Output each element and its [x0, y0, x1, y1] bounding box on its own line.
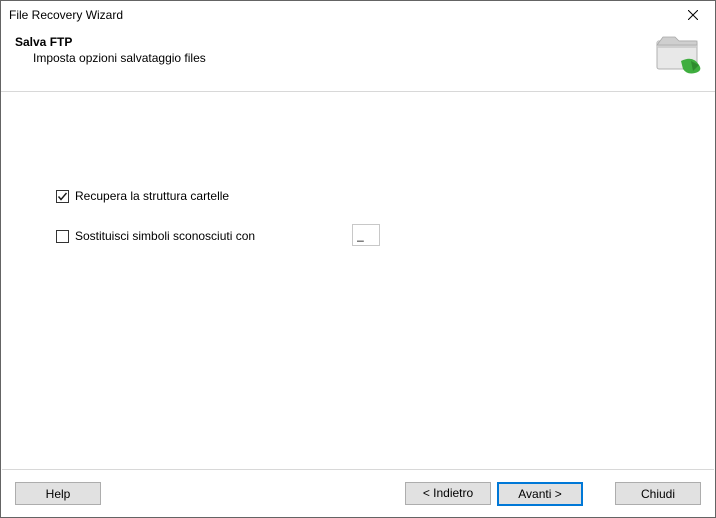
close-button[interactable]: [671, 1, 715, 29]
replace-symbols-option[interactable]: Sostituisci simboli sconosciuti con: [56, 229, 255, 243]
recover-structure-option[interactable]: Recupera la struttura cartelle: [56, 189, 229, 203]
recover-structure-checkbox[interactable]: [56, 190, 69, 203]
next-button[interactable]: Avanti >: [497, 482, 583, 506]
wizard-footer: Help < Indietro Avanti > Chiudi: [1, 470, 715, 517]
back-button[interactable]: < Indietro: [405, 482, 491, 505]
replace-symbols-checkbox[interactable]: [56, 230, 69, 243]
replace-symbol-input[interactable]: [352, 224, 380, 246]
window-title: File Recovery Wizard: [9, 8, 123, 22]
page-subtitle: Imposta opzioni salvataggio files: [15, 51, 701, 65]
replace-symbols-label: Sostituisci simboli sconosciuti con: [75, 229, 255, 243]
wizard-content: Recupera la struttura cartelle Sostituis…: [2, 91, 714, 469]
close-wizard-button[interactable]: Chiudi: [615, 482, 701, 505]
page-title: Salva FTP: [15, 35, 701, 49]
titlebar: File Recovery Wizard: [1, 1, 715, 29]
wizard-header: Salva FTP Imposta opzioni salvataggio fi…: [1, 29, 715, 91]
folder-ftp-icon: [653, 31, 705, 79]
help-button[interactable]: Help: [15, 482, 101, 505]
recover-structure-label: Recupera la struttura cartelle: [75, 189, 229, 203]
close-icon: [688, 10, 698, 20]
checkmark-icon: [57, 191, 68, 202]
